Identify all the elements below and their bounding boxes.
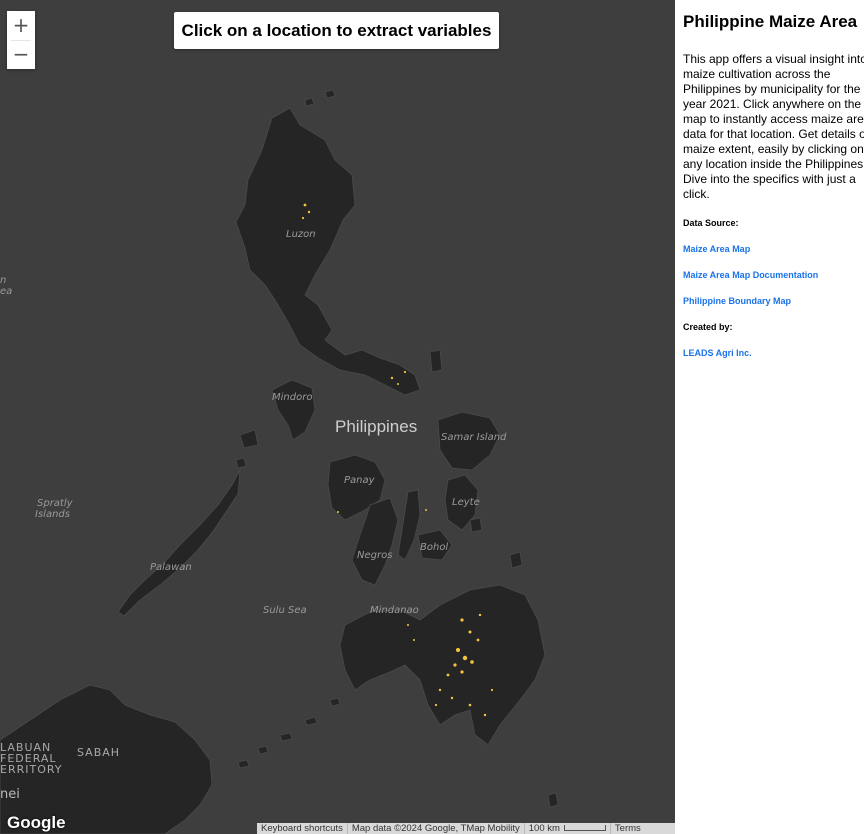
philippine-boundary-map-link[interactable]: Philippine Boundary Map (683, 296, 864, 306)
map-label-samar: Samar Island (441, 432, 507, 443)
luzon-landmass (235, 107, 421, 396)
map-label-leyte: Leyte (452, 497, 480, 508)
scale-bar (563, 825, 606, 832)
map-label-spratly-islands: Islands (35, 509, 70, 520)
panel-description: This app offers a visual insight into ma… (683, 52, 864, 201)
map-label-spratly: Spratly (37, 498, 73, 509)
terms-link[interactable]: Terms (609, 823, 645, 834)
created-by-heading: Created by: (683, 322, 733, 332)
map-label-sulu-sea: Sulu Sea (263, 605, 307, 616)
maize-area-map-documentation-link[interactable]: Maize Area Map Documentation (683, 270, 864, 280)
data-source-heading: Data Source: (683, 218, 739, 228)
cebu-landmass (397, 489, 421, 561)
map-data-attribution: Map data ©2024 Google, TMap Mobility (346, 823, 524, 834)
map-label-negros: Negros (357, 550, 393, 561)
scale-indicator[interactable]: 100 km (523, 823, 610, 834)
maize-area-map-link[interactable]: Maize Area Map (683, 244, 864, 254)
zoom-in-button[interactable]: + (7, 11, 35, 40)
map-label-mindanao: Mindanao (370, 605, 419, 616)
map-instruction-banner: Click on a location to extract variables (174, 12, 499, 49)
map-label-sabah: SABAH (77, 746, 121, 759)
mindoro-landmass (271, 379, 316, 441)
map-label-edge-2: ea (0, 286, 13, 297)
map-label-bohol: Bohol (420, 542, 449, 553)
map-label-territory: ERRITORY (0, 763, 63, 776)
map-label-mindoro: Mindoro (272, 392, 313, 403)
map-label-luzon: Luzon (286, 229, 316, 240)
panel-title: Philippine Maize Area (683, 12, 858, 31)
zoom-out-button[interactable]: − (7, 40, 35, 69)
map-canvas[interactable]: + − Click on a location to extract varia… (0, 0, 675, 834)
map-label-palawan: Palawan (150, 562, 192, 573)
keyboard-shortcuts-link[interactable]: Keyboard shortcuts (257, 823, 347, 834)
scale-label: 100 km (528, 823, 560, 834)
creator-link[interactable]: LEADS Agri Inc. (683, 348, 864, 358)
map-attribution-bar: Keyboard shortcuts Map data ©2024 Google… (257, 823, 675, 834)
google-logo: Google (7, 813, 66, 832)
zoom-divider (11, 40, 31, 41)
map-label-panay: Panay (344, 475, 375, 486)
info-panel: Philippine Maize Area This app offers a … (675, 0, 864, 834)
palawan-landmass (117, 469, 241, 617)
map-label-philippines: Philippines (335, 417, 418, 436)
map-label-brunei: nei (0, 787, 20, 802)
map-label-edge-1: n (0, 275, 7, 286)
zoom-controls: + − (7, 11, 35, 69)
